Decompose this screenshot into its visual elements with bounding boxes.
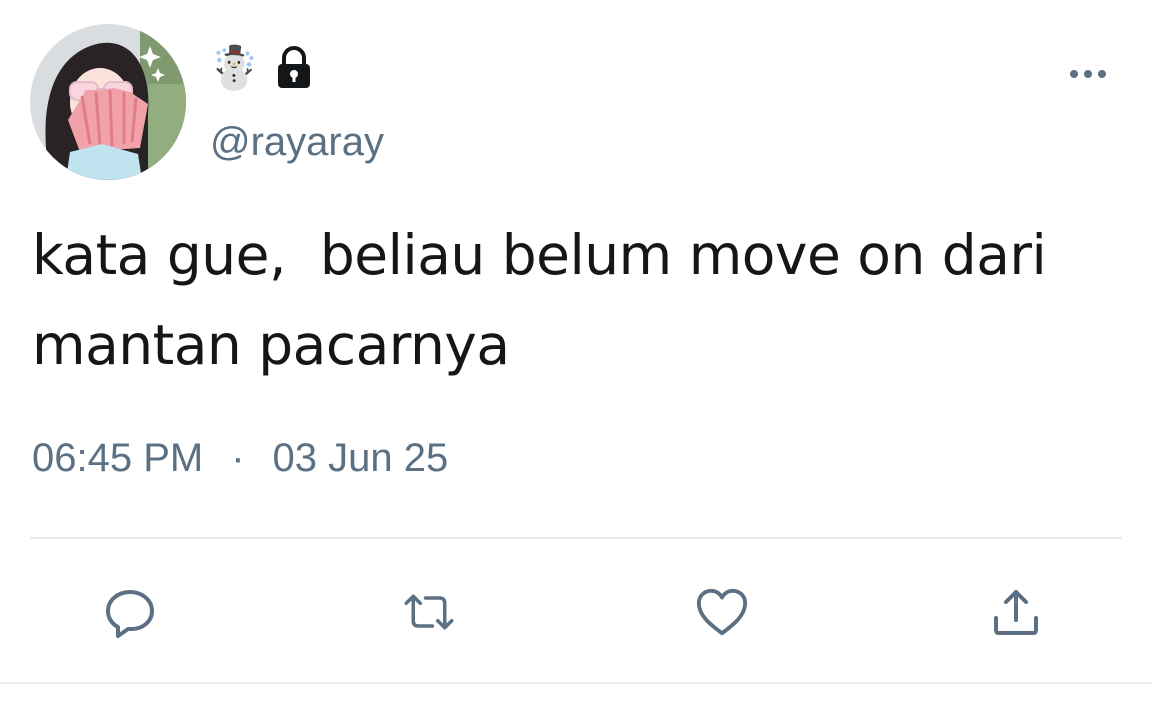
avatar-image: [30, 24, 186, 180]
reply-button[interactable]: [102, 584, 158, 640]
tweet-card: ☃️ @rayaray kata gue, beliau belum move …: [0, 0, 1152, 702]
share-button[interactable]: [988, 584, 1044, 640]
display-name-row: ☃️: [208, 40, 318, 96]
tweet-meta: 06:45 PM · 03 Jun 25: [32, 430, 448, 486]
lock-icon: [270, 44, 318, 92]
meta-separator: ·: [231, 435, 245, 480]
avatar[interactable]: [30, 24, 186, 180]
more-horizontal-icon: [1070, 70, 1106, 78]
user-handle[interactable]: @rayaray: [210, 116, 384, 168]
share-icon: [994, 590, 1038, 635]
display-name[interactable]: ☃️: [208, 40, 260, 96]
heart-icon: [696, 588, 748, 636]
bottom-divider: [0, 682, 1152, 684]
like-button[interactable]: [694, 584, 750, 640]
tweet-time[interactable]: 06:45 PM: [32, 436, 203, 481]
retweet-button[interactable]: [401, 584, 457, 640]
tweet-date[interactable]: 03 Jun 25: [273, 436, 449, 481]
retweet-icon: [404, 594, 454, 630]
more-options-button[interactable]: [1062, 56, 1114, 92]
divider: [30, 537, 1122, 539]
tweet-text: kata gue, beliau belum move on dari mant…: [32, 223, 1047, 377]
reply-icon: [106, 590, 154, 638]
